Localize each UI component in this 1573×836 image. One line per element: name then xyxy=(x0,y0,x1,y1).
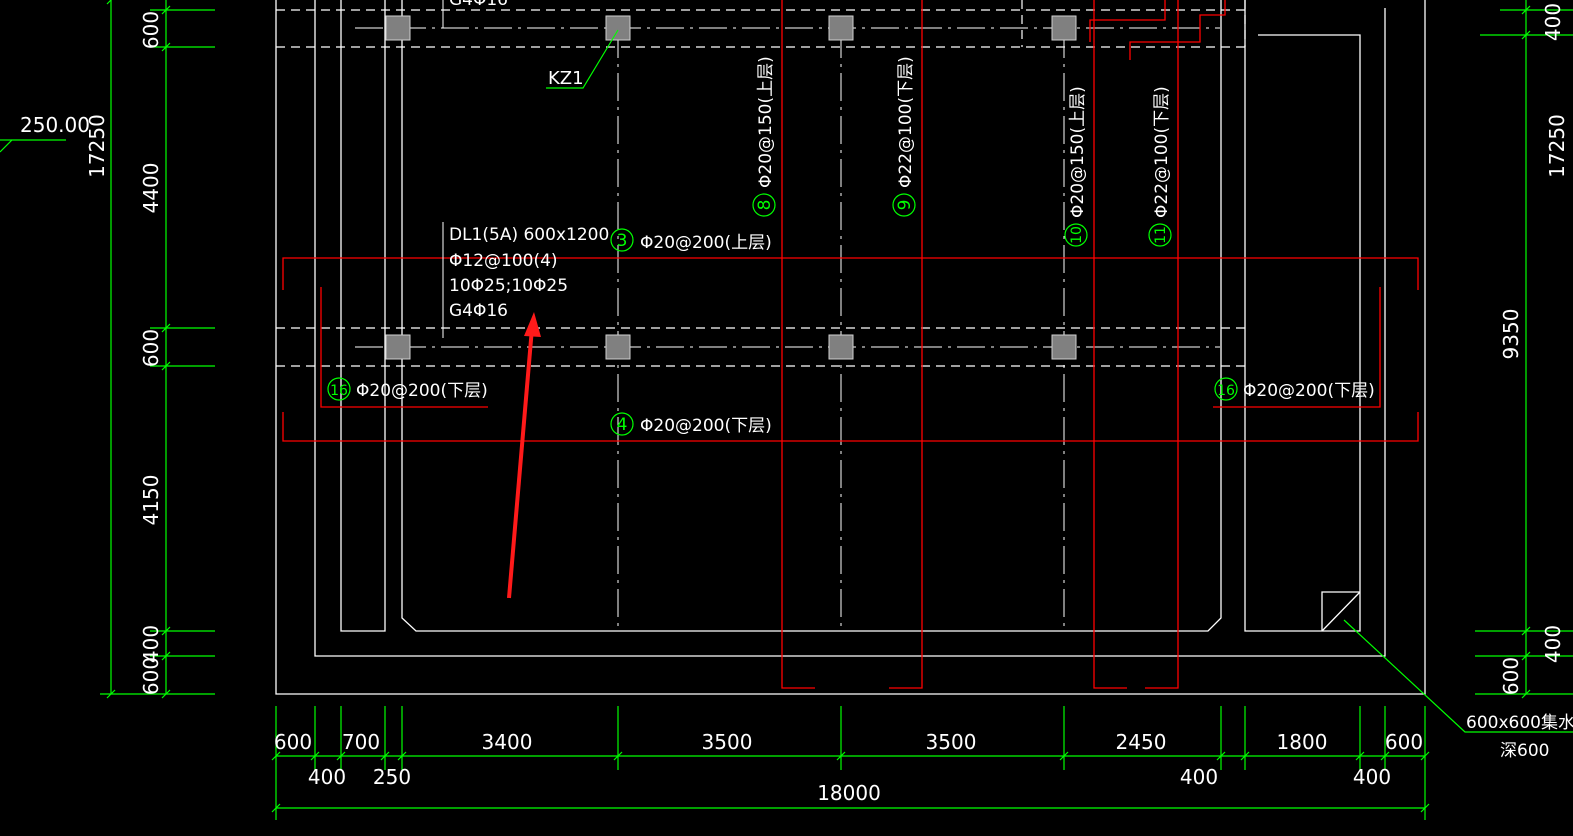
rebar-10-number: 10 xyxy=(1069,226,1085,244)
rebar-4-number: 4 xyxy=(617,415,628,435)
dim-left-2: 600 xyxy=(139,329,163,367)
column-7 xyxy=(1051,334,1077,360)
rebar-3-number: 3 xyxy=(617,231,628,251)
beam-line-1: DL1(5A) 600x1200 xyxy=(449,225,609,245)
column-label: KZ1 xyxy=(548,68,584,89)
rebar-9-text: Φ22@100(下层) xyxy=(896,56,916,188)
rebar-11-text: Φ22@100(下层) xyxy=(1152,86,1172,218)
dim-right-3: 600 xyxy=(1499,657,1523,695)
dim-bottom-1: 700 xyxy=(342,730,380,754)
rebar-10-text: Φ20@150(上层) xyxy=(1068,86,1088,218)
column-5 xyxy=(605,334,631,360)
rebar-8-number: 8 xyxy=(755,200,775,211)
beam-line-4: G4Φ16 xyxy=(449,301,508,321)
dim-left-0: 600 xyxy=(139,11,163,49)
dim-bottom-5: 2450 xyxy=(1116,730,1167,754)
sump-line-1: 600x600集水坑 xyxy=(1466,713,1573,733)
column-6 xyxy=(828,334,854,360)
dim-right-1: 9350 xyxy=(1499,309,1523,360)
dim-bottom-4: 3500 xyxy=(926,730,977,754)
dim-right-total: 17250 xyxy=(1545,114,1569,178)
column-0 xyxy=(385,15,411,41)
column-2 xyxy=(828,15,854,41)
dim-right-0: 400 xyxy=(1541,3,1565,41)
left-elevation-label: 250.00 xyxy=(20,113,90,137)
dim-left-1: 4400 xyxy=(139,163,163,214)
rebar-16a-text: Φ20@200(下层) xyxy=(356,381,488,401)
beam-top-cut-text: G4Φ16 xyxy=(449,0,508,10)
dim-bottom-2: 3400 xyxy=(482,730,533,754)
dim-bottom-r2-0: 400 xyxy=(308,765,346,789)
sump-line-2: 深600 xyxy=(1500,741,1549,761)
beam-line-2: Φ12@100(4) xyxy=(449,251,558,271)
rebar-9-number: 9 xyxy=(895,200,915,211)
dim-bottom-0: 600 xyxy=(274,730,312,754)
canvas-background xyxy=(0,0,1573,836)
cad-drawing: 600 700 3400 3500 3500 2450 1800 600 400… xyxy=(0,0,1573,836)
rebar-4-text: Φ20@200(下层) xyxy=(640,416,772,436)
dim-left-3: 4150 xyxy=(139,475,163,526)
rebar-3-text: Φ20@200(上层) xyxy=(640,233,772,253)
dim-bottom-r2-3: 400 xyxy=(1353,765,1391,789)
dim-bottom-r2-2: 400 xyxy=(1180,765,1218,789)
dim-bottom-r2-1: 250 xyxy=(373,765,411,789)
column-3 xyxy=(1051,15,1077,41)
rebar-16b-number: 16 xyxy=(1217,383,1235,399)
dim-bottom-6: 1800 xyxy=(1277,730,1328,754)
rebar-16b-text: Φ20@200(下层) xyxy=(1243,381,1375,401)
column-4 xyxy=(385,334,411,360)
rebar-11-number: 11 xyxy=(1153,226,1169,244)
rebar-16a-number: 16 xyxy=(330,383,348,399)
column-1 xyxy=(605,15,631,41)
dim-right-2: 400 xyxy=(1541,625,1565,663)
dim-left-5: 600 xyxy=(139,657,163,695)
beam-line-3: 10Φ25;10Φ25 xyxy=(449,276,568,296)
rebar-8-text: Φ20@150(上层) xyxy=(756,56,776,188)
dim-bottom-total: 18000 xyxy=(817,781,881,805)
dim-bottom-7: 600 xyxy=(1385,730,1423,754)
dim-bottom-3: 3500 xyxy=(702,730,753,754)
